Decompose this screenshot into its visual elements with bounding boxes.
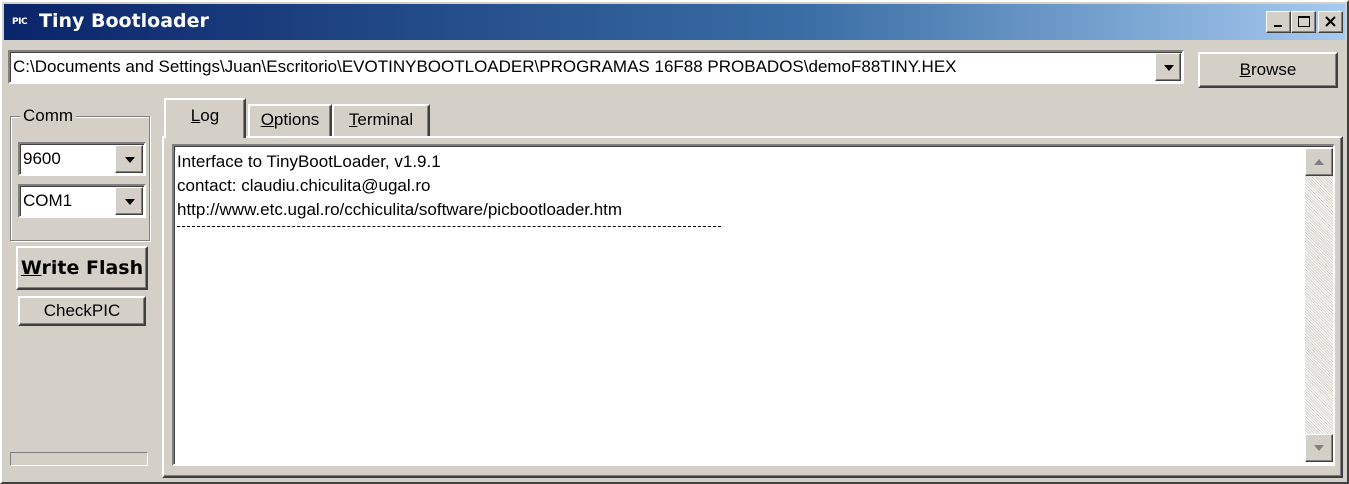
com-port-value: COM1 (23, 191, 73, 210)
app-icon: PIC (12, 17, 28, 27)
main-window: PIC Tiny Bootloader C:\Documents and Set… (0, 0, 1349, 484)
minimize-icon (1274, 25, 1282, 27)
log-line: http://www.etc.ugal.ro/cchiculita/softwa… (177, 200, 623, 219)
file-path-value: C:\Documents and Settings\Juan\Escritori… (13, 57, 957, 76)
maximize-icon (1298, 16, 1310, 27)
close-button[interactable] (1318, 11, 1343, 33)
scroll-up-button[interactable] (1305, 148, 1333, 176)
write-flash-button[interactable]: Write Flash (16, 246, 148, 290)
baud-rate-dropdown-button[interactable] (115, 145, 143, 173)
log-line: Interface to TinyBootLoader, v1.9.1 (177, 152, 441, 171)
write-flash-accel: W (20, 257, 42, 279)
chevron-down-icon (1164, 65, 1174, 71)
write-flash-label: rite Flash (41, 257, 144, 279)
check-pic-button[interactable]: CheckPIC (18, 296, 146, 326)
com-port-dropdown-button[interactable] (115, 187, 143, 215)
title-bar[interactable]: PIC Tiny Bootloader (4, 4, 1345, 40)
tab-options-accel: O (260, 110, 274, 129)
tab-terminal-label: erminal (357, 110, 414, 129)
chevron-up-icon (1314, 159, 1324, 165)
comm-groupbox (10, 116, 150, 241)
maximize-button[interactable] (1291, 11, 1316, 33)
chevron-down-icon (125, 199, 135, 205)
tab-log-accel: L (190, 106, 201, 125)
browse-accel: B (1239, 60, 1251, 79)
tab-terminal[interactable]: Terminal (332, 104, 430, 136)
tab-options-label: ptions (273, 110, 320, 129)
browse-label: rowse (1250, 60, 1297, 79)
baud-rate-value: 9600 (23, 149, 61, 168)
browse-button[interactable]: Browse (1198, 52, 1338, 88)
progress-bar (10, 452, 148, 466)
vertical-scrollbar[interactable] (1305, 148, 1333, 462)
tab-log-label: og (200, 106, 220, 125)
log-separator (177, 226, 721, 227)
log-content: Interface to TinyBootLoader, v1.9.1 conta… (177, 150, 622, 222)
window-title: Tiny Bootloader (39, 10, 209, 32)
com-port-select[interactable]: COM1 (18, 184, 146, 218)
tab-options[interactable]: Options (248, 104, 332, 136)
chevron-down-icon (125, 157, 135, 163)
file-path-combobox[interactable]: C:\Documents and Settings\Juan\Escritori… (8, 50, 1184, 84)
chevron-down-icon (1314, 445, 1324, 451)
minimize-button[interactable] (1266, 11, 1291, 33)
log-textarea[interactable]: Interface to TinyBootLoader, v1.9.1 conta… (172, 144, 1335, 466)
baud-rate-select[interactable]: 9600 (18, 142, 146, 176)
log-line: contact: claudiu.chiculita@ugal.ro (177, 176, 431, 195)
comm-group-label: Comm (20, 106, 77, 126)
scroll-down-button[interactable] (1305, 434, 1333, 462)
close-icon (1325, 16, 1336, 27)
tab-log[interactable]: Log (164, 98, 246, 138)
file-path-dropdown-button[interactable] (1155, 53, 1181, 81)
